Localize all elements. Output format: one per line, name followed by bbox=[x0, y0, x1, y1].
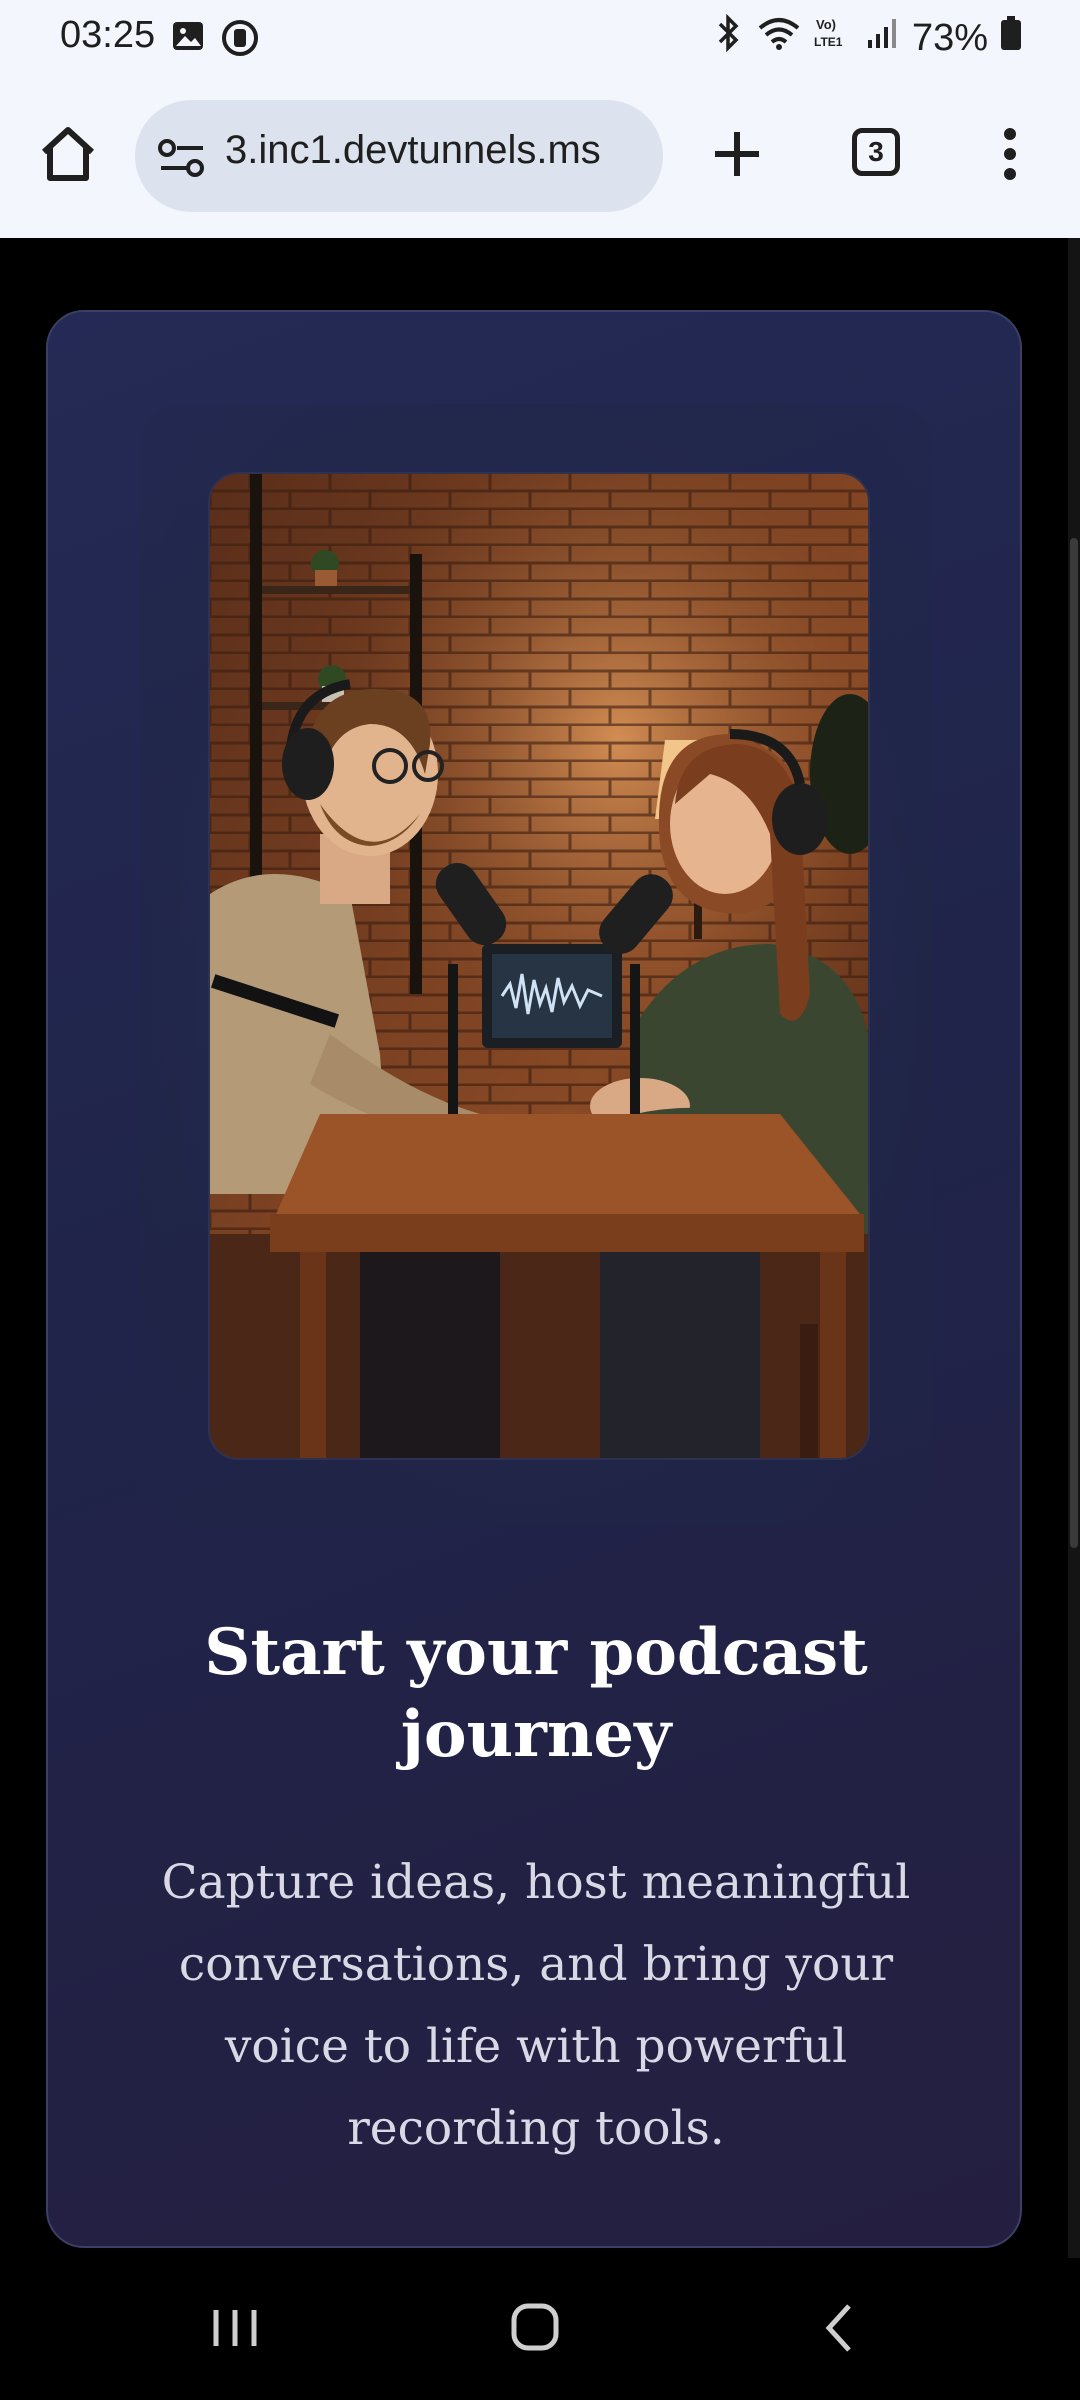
browser-toolbar: 3.inc1.devtunnels.ms 3 bbox=[0, 78, 1080, 238]
home-icon[interactable] bbox=[36, 122, 100, 186]
wifi-icon bbox=[756, 14, 802, 62]
url-text[interactable]: 3.inc1.devtunnels.ms bbox=[225, 128, 645, 173]
data-saver-icon bbox=[220, 18, 260, 63]
system-nav-bar bbox=[0, 2258, 1080, 2400]
site-settings-icon[interactable] bbox=[157, 136, 207, 180]
more-menu-icon[interactable] bbox=[990, 122, 1030, 186]
volte-icon: Vo) LTE1 bbox=[814, 14, 854, 62]
recent-apps-icon[interactable] bbox=[200, 2298, 270, 2358]
new-tab-icon[interactable] bbox=[705, 122, 769, 186]
hero-title: Start your podcast journey bbox=[204, 1615, 868, 1772]
image-icon bbox=[170, 18, 206, 63]
scrollbar-thumb[interactable] bbox=[1070, 538, 1078, 1548]
status-bar: 03:25 Vo) LTE1 73% bbox=[0, 0, 1080, 78]
battery-icon bbox=[1000, 15, 1022, 61]
back-icon[interactable] bbox=[805, 2298, 875, 2358]
status-time: 03:25 bbox=[60, 14, 156, 56]
tab-switcher-button[interactable]: 3 bbox=[852, 128, 900, 176]
svg-text:Vo): Vo) bbox=[816, 17, 836, 32]
bluetooth-icon bbox=[714, 13, 744, 62]
home-nav-icon[interactable] bbox=[500, 2298, 570, 2358]
address-bar[interactable]: 3.inc1.devtunnels.ms bbox=[135, 100, 663, 212]
scrollbar[interactable] bbox=[1068, 238, 1080, 2258]
hero-card: Start your podcast journey Capture ideas… bbox=[46, 310, 1022, 2248]
hero-description: Capture ideas, host meaningful conversat… bbox=[161, 1855, 911, 2156]
signal-icon bbox=[866, 16, 900, 60]
podcast-photo bbox=[208, 472, 870, 1460]
svg-text:LTE1: LTE1 bbox=[814, 35, 843, 49]
battery-percent: 73% bbox=[911, 16, 988, 59]
